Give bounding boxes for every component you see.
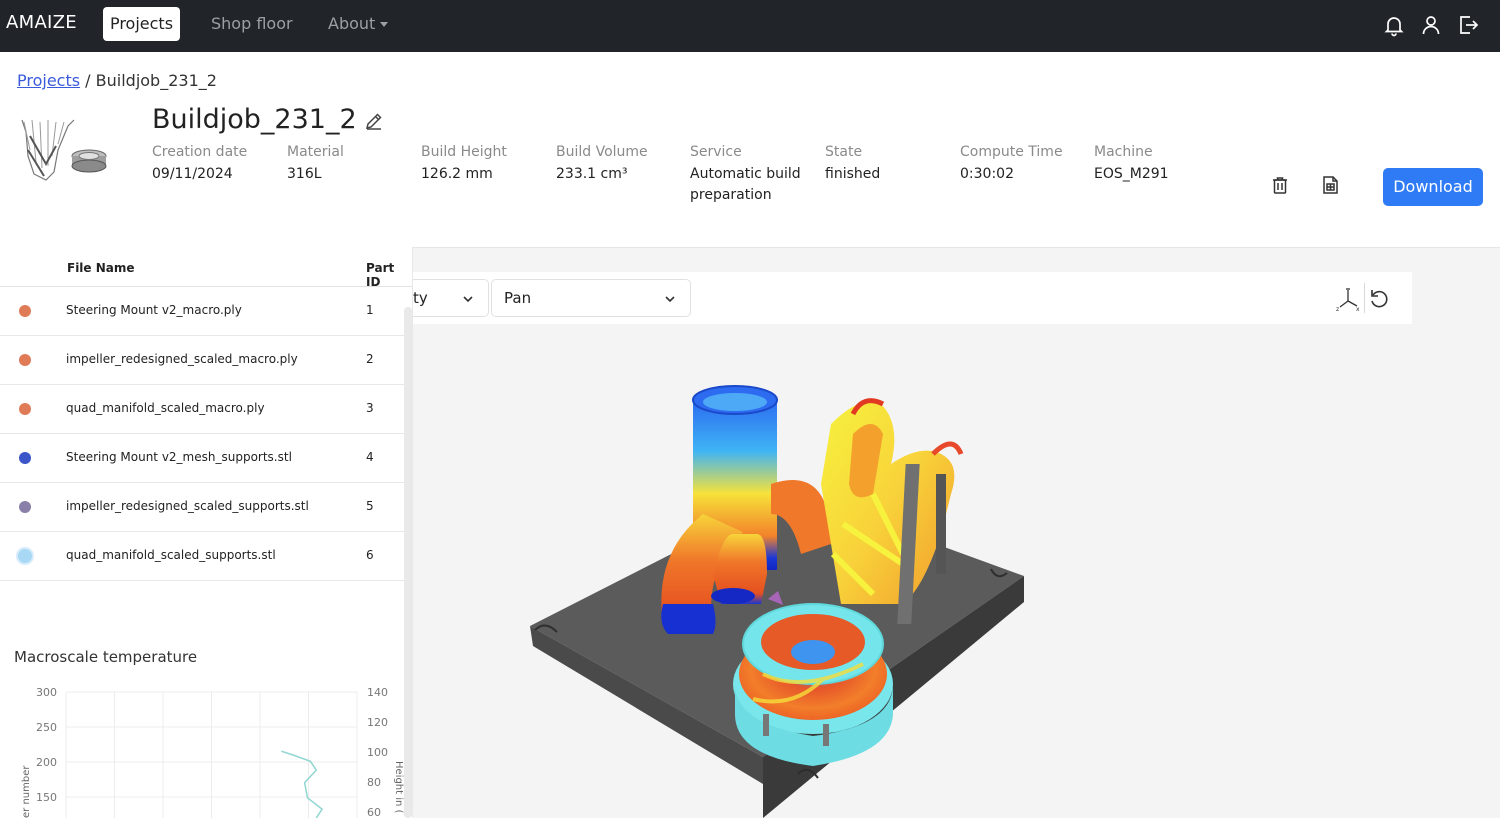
meta-machine: Machine EOS_M291 bbox=[1094, 144, 1169, 185]
page-title: Buildjob_231_2 bbox=[152, 104, 357, 135]
logout-icon[interactable] bbox=[1456, 13, 1480, 37]
meta-key: Build Volume bbox=[556, 144, 648, 160]
right-tick-label: 120 bbox=[367, 716, 388, 729]
parts-panel: File Name Part ID Steering Mount v2_macr… bbox=[0, 247, 413, 818]
meta-key: Service bbox=[690, 144, 742, 160]
nav-about[interactable]: About bbox=[328, 14, 389, 33]
left-tick-label: 250 bbox=[36, 721, 57, 734]
table-row[interactable]: quad_manifold_scaled_macro.ply 3 bbox=[0, 385, 404, 434]
caret-down-icon bbox=[380, 22, 389, 27]
property-select-value: ty bbox=[413, 289, 428, 307]
temperature-series-line bbox=[281, 750, 324, 818]
table-header: File Name Part ID bbox=[0, 247, 412, 289]
svg-text:z: z bbox=[1336, 306, 1339, 312]
property-select[interactable]: ty bbox=[413, 279, 489, 317]
part-id: 4 bbox=[366, 450, 374, 464]
reset-view-icon[interactable] bbox=[1366, 286, 1392, 312]
part-file-name: Steering Mount v2_macro.ply bbox=[66, 303, 242, 317]
meta-key: Build Height bbox=[421, 144, 507, 160]
part-file-name: quad_manifold_scaled_supports.stl bbox=[66, 548, 276, 562]
left-tick-label: 150 bbox=[36, 791, 57, 804]
part-id: 5 bbox=[366, 499, 374, 513]
meta-key: Creation date bbox=[152, 144, 248, 160]
nav-shop-floor[interactable]: Shop floor bbox=[211, 14, 293, 33]
breadcrumb: Projects / Buildjob_231_2 bbox=[17, 71, 217, 90]
right-tick-label: 80 bbox=[367, 776, 381, 789]
meta-value: 233.1 cm³ bbox=[556, 166, 628, 182]
axes-icon[interactable]: z x bbox=[1335, 286, 1361, 312]
part-color-swatch bbox=[19, 305, 31, 317]
build-3d-viewport[interactable] bbox=[413, 324, 1412, 818]
meta-value: EOS_M291 bbox=[1094, 166, 1169, 182]
table-row[interactable]: impeller_redesigned_scaled_macro.ply 2 bbox=[0, 336, 404, 385]
meta-creation-date: Creation date 09/11/2024 bbox=[152, 144, 247, 185]
nav-projects[interactable]: Projects bbox=[103, 7, 180, 41]
left-tick-label: 300 bbox=[36, 686, 57, 699]
trash-icon[interactable] bbox=[1269, 174, 1291, 196]
meta-value: finished bbox=[825, 166, 881, 182]
part-color-swatch bbox=[19, 501, 31, 513]
part-color-swatch bbox=[16, 547, 34, 565]
mode-select[interactable]: Pan bbox=[491, 279, 691, 317]
chart-title: Macroscale temperature bbox=[14, 648, 198, 666]
meta-key: Machine bbox=[1094, 144, 1153, 160]
part-color-swatch bbox=[19, 354, 31, 366]
meta-state: State finished bbox=[825, 144, 880, 185]
part-id: 3 bbox=[366, 401, 374, 415]
meta-value: 316L bbox=[287, 166, 322, 182]
meta-value: Automatic build preparation bbox=[690, 166, 801, 203]
part-id: 6 bbox=[366, 548, 374, 562]
meta-value: 0:30:02 bbox=[960, 166, 1014, 182]
part-file-name: impeller_redesigned_scaled_macro.ply bbox=[66, 352, 298, 366]
toolbar-separator bbox=[1364, 283, 1365, 313]
download-button[interactable]: Download bbox=[1383, 168, 1483, 206]
bell-icon[interactable] bbox=[1382, 13, 1406, 37]
meta-compute-time: Compute Time 0:30:02 bbox=[960, 144, 1063, 185]
breadcrumb-separator: / bbox=[85, 71, 91, 90]
user-icon[interactable] bbox=[1419, 13, 1443, 37]
table-row[interactable]: quad_manifold_scaled_supports.stl 6 bbox=[0, 532, 404, 581]
meta-key: Material bbox=[287, 144, 344, 160]
part-file-name: impeller_redesigned_scaled_supports.stl bbox=[66, 499, 309, 513]
column-part-id[interactable]: Part ID bbox=[366, 261, 412, 289]
mode-select-value: Pan bbox=[504, 289, 532, 307]
macroscale-temperature-chart: 300 250 200 150 140 120 100 80 60 er number Hei… bbox=[21, 686, 404, 818]
chevron-down-icon bbox=[463, 296, 473, 303]
brand-logo[interactable]: AMAIZE bbox=[6, 12, 77, 33]
meta-value: 09/11/2024 bbox=[152, 166, 233, 182]
navbar: AMAIZE Projects Shop floor About bbox=[0, 0, 1500, 52]
breadcrumb-projects-link[interactable]: Projects bbox=[17, 71, 80, 90]
right-axis-label: Height in ( bbox=[393, 761, 404, 814]
column-file-name[interactable]: File Name bbox=[67, 261, 135, 275]
part-id: 1 bbox=[366, 303, 374, 317]
meta-service: Service Automatic build preparation bbox=[690, 144, 808, 206]
nav-about-label: About bbox=[328, 14, 376, 33]
meta-key: State bbox=[825, 144, 863, 160]
left-tick-label: 200 bbox=[36, 756, 57, 769]
part-id: 2 bbox=[366, 352, 374, 366]
svg-text:x: x bbox=[1356, 306, 1360, 312]
part-file-name: Steering Mount v2_mesh_supports.stl bbox=[66, 450, 292, 464]
meta-key: Compute Time bbox=[960, 144, 1063, 160]
meta-build-height: Build Height 126.2 mm bbox=[421, 144, 507, 185]
right-tick-label: 140 bbox=[367, 686, 388, 699]
part-file-name: quad_manifold_scaled_macro.ply bbox=[66, 401, 265, 415]
report-icon[interactable] bbox=[1319, 174, 1341, 196]
right-tick-label: 100 bbox=[367, 746, 388, 759]
right-tick-label: 60 bbox=[367, 806, 381, 818]
chevron-down-icon bbox=[665, 296, 675, 303]
breadcrumb-current: Buildjob_231_2 bbox=[95, 71, 217, 90]
pencil-icon[interactable] bbox=[364, 111, 384, 131]
part-color-swatch bbox=[19, 403, 31, 415]
meta-build-volume: Build Volume 233.1 cm³ bbox=[556, 144, 648, 185]
part-color-swatch bbox=[19, 452, 31, 464]
table-row[interactable]: Steering Mount v2_mesh_supports.stl 4 bbox=[0, 434, 404, 483]
left-axis-label: er number bbox=[21, 765, 32, 818]
build-thumbnail bbox=[21, 119, 107, 181]
table-row[interactable]: Steering Mount v2_macro.ply 1 bbox=[0, 287, 404, 336]
meta-material: Material 316L bbox=[287, 144, 344, 185]
table-row[interactable]: impeller_redesigned_scaled_supports.stl … bbox=[0, 483, 404, 532]
meta-value: 126.2 mm bbox=[421, 166, 493, 182]
